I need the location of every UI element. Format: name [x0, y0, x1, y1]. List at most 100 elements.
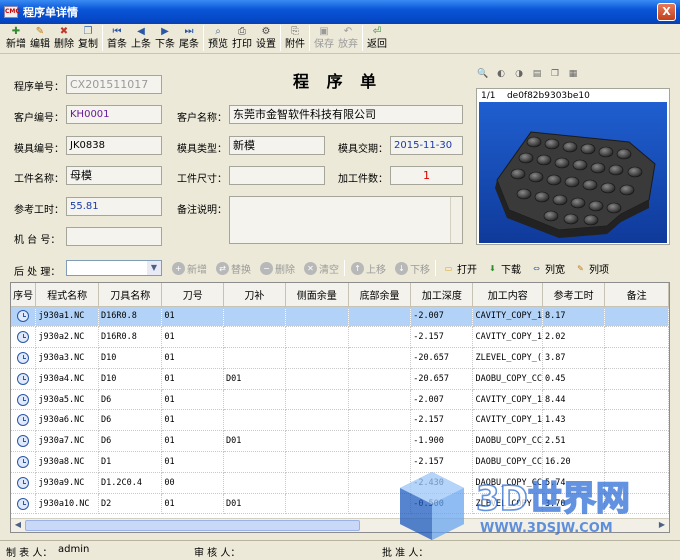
- table-cell[interactable]: j930a2.NC: [35, 326, 100, 349]
- column-header[interactable]: 刀补: [223, 283, 286, 307]
- table-cell[interactable]: [223, 326, 286, 349]
- column-header[interactable]: 序号: [11, 283, 37, 307]
- grid-add-button[interactable]: + 新增: [172, 261, 207, 276]
- ref-hours-field[interactable]: 55.81: [66, 197, 162, 216]
- table-cell[interactable]: D01: [223, 430, 286, 453]
- table-cell[interactable]: 01: [161, 409, 225, 432]
- table-cell[interactable]: D1.2C0.4: [98, 472, 163, 494]
- row-status-cell[interactable]: [11, 409, 37, 432]
- table-cell[interactable]: -2.157: [410, 326, 474, 349]
- row-status-cell[interactable]: [11, 326, 37, 349]
- table-cell[interactable]: [604, 389, 669, 411]
- table-cell[interactable]: CAVITY_COPY_1: [472, 306, 544, 328]
- table-cell[interactable]: CAVITY_COPY_1: [472, 409, 544, 432]
- row-status-cell[interactable]: [11, 389, 37, 411]
- customer-no-field[interactable]: KH0001: [66, 105, 162, 124]
- table-row[interactable]: j930a10.NC D2 01 D01 -0.500 ZLEVEL_COPY 3.70: [11, 493, 669, 515]
- scroll-right-icon[interactable]: ▶: [656, 519, 668, 531]
- table-cell[interactable]: 00: [161, 472, 225, 494]
- column-header[interactable]: 加工内容: [472, 283, 544, 307]
- move-up-button[interactable]: ↑ 上移: [351, 261, 386, 276]
- table-cell[interactable]: [223, 347, 286, 369]
- table-cell[interactable]: [604, 430, 669, 453]
- column-width-button[interactable]: ⇔ 列宽: [530, 261, 565, 276]
- table-cell[interactable]: -2.157: [410, 409, 474, 432]
- part-size-field[interactable]: [229, 166, 325, 185]
- return-button[interactable]: ⏎ 返回: [365, 24, 389, 51]
- table-cell[interactable]: [285, 306, 349, 328]
- table-cell[interactable]: D10: [98, 368, 163, 390]
- paste-image-icon[interactable]: ▦: [566, 67, 580, 81]
- scroll-left-icon[interactable]: ◀: [12, 519, 24, 531]
- table-cell[interactable]: [285, 347, 349, 369]
- table-cell[interactable]: ZLEVEL_COPY: [472, 493, 544, 515]
- table-cell[interactable]: [285, 430, 349, 453]
- table-cell[interactable]: [348, 326, 412, 349]
- column-header[interactable]: 备注: [604, 283, 669, 307]
- table-row[interactable]: j930a9.NC D1.2C0.4 00 -2.430 DAOBU_COPY_CC 5.…: [11, 472, 669, 494]
- machine-field[interactable]: [66, 227, 162, 246]
- table-cell[interactable]: 2.51: [542, 430, 606, 453]
- table-cell[interactable]: D16R0.8: [98, 306, 163, 328]
- table-cell[interactable]: D1: [98, 451, 163, 473]
- column-header[interactable]: 参考工时: [542, 283, 606, 307]
- mold-type-field[interactable]: 新模: [229, 136, 325, 155]
- rotate-right-icon[interactable]: ◑: [512, 67, 526, 81]
- table-cell[interactable]: DAOBU_COPY_CC: [472, 451, 544, 473]
- table-cell[interactable]: j930a3.NC: [35, 347, 100, 369]
- row-status-cell[interactable]: [11, 493, 37, 515]
- new-button[interactable]: ✚ 新增: [4, 24, 28, 51]
- table-cell[interactable]: [223, 451, 286, 473]
- table-cell[interactable]: 3.70: [542, 493, 606, 515]
- table-cell[interactable]: D6: [98, 430, 163, 453]
- table-cell[interactable]: DAOBU_COPY_CC: [472, 430, 544, 453]
- part-count-field[interactable]: 1: [390, 166, 463, 185]
- copy-button[interactable]: ❐ 复制: [76, 24, 100, 51]
- table-cell[interactable]: D01: [223, 493, 286, 515]
- next-button[interactable]: ▶ 下条: [153, 24, 177, 51]
- table-cell[interactable]: -2.157: [410, 451, 474, 473]
- preview-button[interactable]: ⌕ 预览: [206, 24, 230, 51]
- table-cell[interactable]: 01: [161, 368, 225, 390]
- mold-due-field[interactable]: 2015-11-30: [390, 136, 463, 155]
- table-cell[interactable]: 2.02: [542, 326, 606, 349]
- table-cell[interactable]: -20.657: [410, 368, 474, 390]
- table-cell[interactable]: [223, 472, 286, 494]
- settings-button[interactable]: ⚙ 设置: [254, 24, 278, 51]
- table-row[interactable]: j930a1.NC D16R0.8 01 -2.007 CAVITY_COPY_1 8.1…: [11, 306, 669, 328]
- grid-clear-button[interactable]: ✕ 清空: [304, 261, 339, 276]
- table-cell[interactable]: D2: [98, 493, 163, 515]
- table-row[interactable]: j930a6.NC D6 01 -2.157 CAVITY_COPY_1 1.43: [11, 409, 669, 432]
- column-header[interactable]: 刀具名称: [98, 283, 163, 307]
- table-cell[interactable]: [348, 368, 412, 390]
- table-cell[interactable]: [285, 368, 349, 390]
- close-button[interactable]: X: [657, 3, 676, 21]
- table-cell[interactable]: -20.657: [410, 347, 474, 369]
- table-cell[interactable]: CAVITY_COPY_1: [472, 389, 544, 411]
- table-cell[interactable]: [348, 409, 412, 432]
- table-cell[interactable]: j930a1.NC: [35, 306, 100, 328]
- remark-scrollbar[interactable]: [450, 197, 462, 243]
- table-cell[interactable]: j930a9.NC: [35, 472, 100, 494]
- table-cell[interactable]: [285, 451, 349, 473]
- edit-button[interactable]: ✎ 编辑: [28, 24, 52, 51]
- table-cell[interactable]: [604, 326, 669, 349]
- last-button[interactable]: ⏭ 尾条: [177, 24, 201, 51]
- table-cell[interactable]: [348, 493, 412, 515]
- table-cell[interactable]: -1.900: [410, 430, 474, 453]
- attachment-button[interactable]: ⎘ 附件: [283, 24, 307, 51]
- zoom-in-icon[interactable]: 🔍: [476, 67, 490, 81]
- table-cell[interactable]: [604, 451, 669, 473]
- column-header[interactable]: 底部余量: [348, 283, 412, 307]
- table-row[interactable]: j930a2.NC D16R0.8 01 -2.157 CAVITY_COPY_1 2.0…: [11, 326, 669, 349]
- table-cell[interactable]: ZLEVEL_COPY_(: [472, 347, 544, 369]
- print-button[interactable]: ⎙ 打印: [230, 24, 254, 51]
- table-cell[interactable]: 01: [161, 430, 225, 453]
- table-cell[interactable]: [223, 409, 286, 432]
- table-cell[interactable]: [348, 472, 412, 494]
- table-cell[interactable]: 0.45: [542, 368, 606, 390]
- column-header[interactable]: 刀号: [161, 283, 225, 307]
- table-cell[interactable]: [223, 389, 286, 411]
- table-cell[interactable]: j930a4.NC: [35, 368, 100, 390]
- table-cell[interactable]: 16.20: [542, 451, 606, 473]
